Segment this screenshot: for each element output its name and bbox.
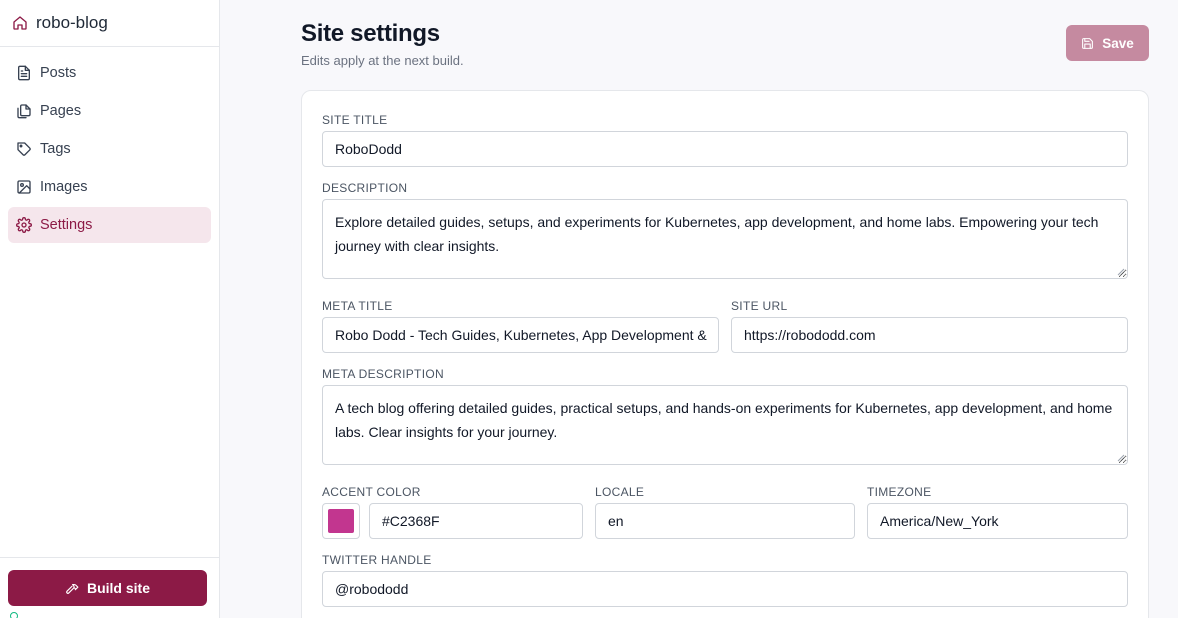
sidebar-item-label: Settings [40, 217, 93, 233]
sidebar-nav: Posts Pages Tags Images Settings [0, 55, 219, 243]
resize-grip-icon[interactable] [1117, 268, 1125, 276]
status-dot-icon [10, 612, 18, 618]
sidebar-item-pages[interactable]: Pages [8, 93, 211, 129]
site-url-value: https://robododd.com [744, 327, 876, 343]
meta-description-value: A tech blog offering detailed guides, pr… [335, 400, 1113, 440]
page-title: Site settings [301, 20, 440, 47]
sidebar-footer: Build site [0, 557, 219, 618]
gear-icon [16, 217, 32, 233]
twitter-handle-input[interactable]: @robododd [322, 571, 1128, 607]
house-icon [12, 15, 28, 31]
image-icon [16, 179, 32, 195]
meta-title-input[interactable]: Robo Dodd - Tech Guides, Kubernetes, App… [322, 317, 719, 353]
accent-color-label: ACCENT COLOR [322, 485, 421, 499]
file-text-icon [16, 65, 32, 81]
twitter-handle-value: @robododd [335, 581, 409, 597]
meta-title-value: Robo Dodd - Tech Guides, Kubernetes, App… [335, 327, 707, 343]
locale-label: LOCALE [595, 485, 645, 499]
main-content: Site settings Edits apply at the next bu… [221, 0, 1178, 618]
hammer-icon [65, 581, 79, 595]
save-label: Save [1102, 35, 1134, 51]
files-icon [16, 103, 32, 119]
accent-color-value: #C2368F [382, 513, 440, 529]
site-title-value: RoboDodd [335, 141, 402, 157]
site-title-label: SITE TITLE [322, 113, 388, 127]
meta-description-textarea[interactable]: A tech blog offering detailed guides, pr… [322, 385, 1128, 465]
sidebar-item-tags[interactable]: Tags [8, 131, 211, 167]
description-label: DESCRIPTION [322, 181, 408, 195]
settings-form-card: SITE TITLE RoboDodd DESCRIPTION Explore … [301, 90, 1149, 618]
build-site-label: Build site [86, 580, 150, 596]
timezone-label: TIMEZONE [867, 485, 932, 499]
resize-grip-icon[interactable] [1117, 454, 1125, 462]
brand-name: robo-blog [36, 13, 108, 32]
sidebar: robo-blog Posts Pages Tags Images Settin… [0, 0, 220, 618]
tag-icon [16, 141, 32, 157]
sidebar-item-posts[interactable]: Posts [8, 55, 211, 91]
locale-input[interactable]: en [595, 503, 855, 539]
brand[interactable]: robo-blog [0, 0, 219, 47]
page-subtitle: Edits apply at the next build. [301, 53, 464, 68]
sidebar-item-images[interactable]: Images [8, 169, 211, 205]
timezone-value: America/New_York [880, 513, 999, 529]
sidebar-item-label: Tags [40, 141, 71, 157]
accent-color-swatch-fill [328, 509, 354, 533]
description-textarea[interactable]: Explore detailed guides, setups, and exp… [322, 199, 1128, 279]
build-site-button[interactable]: Build site [8, 570, 207, 606]
site-title-input[interactable]: RoboDodd [322, 131, 1128, 167]
site-url-label: SITE URL [731, 299, 788, 313]
accent-color-input[interactable]: #C2368F [369, 503, 583, 539]
save-button[interactable]: Save [1066, 25, 1149, 61]
locale-value: en [608, 513, 624, 529]
sidebar-item-label: Pages [40, 103, 82, 119]
twitter-handle-label: TWITTER HANDLE [322, 553, 432, 567]
sidebar-item-label: Posts [40, 65, 77, 81]
meta-title-label: META TITLE [322, 299, 393, 313]
sidebar-item-label: Images [40, 179, 88, 195]
meta-description-label: META DESCRIPTION [322, 367, 444, 381]
accent-color-swatch[interactable] [322, 503, 360, 539]
sidebar-item-settings[interactable]: Settings [8, 207, 211, 243]
description-value: Explore detailed guides, setups, and exp… [335, 214, 1099, 254]
site-url-input[interactable]: https://robododd.com [731, 317, 1128, 353]
timezone-input[interactable]: America/New_York [867, 503, 1128, 539]
floppy-disk-icon [1081, 37, 1094, 50]
